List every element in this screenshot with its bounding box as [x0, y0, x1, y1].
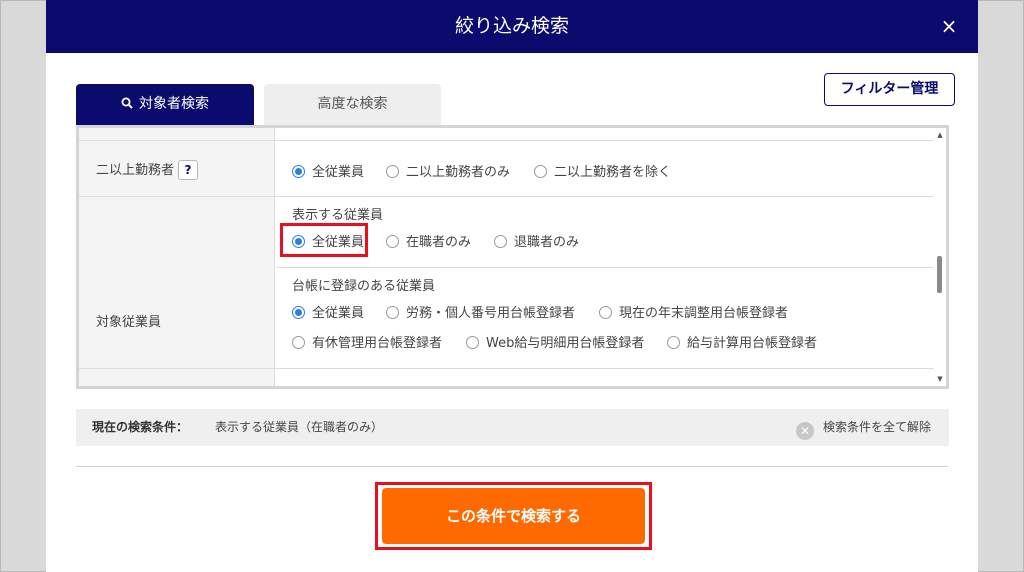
clear-all-conditions-button[interactable]: ✕ 検索条件を全て解除 — [796, 409, 931, 446]
radio-multi-only[interactable]: 二以上勤務者のみ — [386, 161, 510, 180]
clear-all-label: 検索条件を全て解除 — [823, 420, 932, 434]
highlight-box — [280, 223, 368, 257]
tab-target-search[interactable]: 対象者検索 — [76, 84, 254, 125]
radio-label: 有休管理用台帳登録者 — [312, 336, 443, 351]
filter-search-dialog: 絞り込み検索 × 対象者検索 高度な検索 フィルター管理 二以上勤務者? 全従業… — [46, 0, 978, 572]
radio-ledger-payroll[interactable]: 給与計算用台帳登録者 — [667, 332, 817, 351]
radio-ledger-all[interactable]: 全従業員 — [292, 302, 364, 321]
panel-scrollbar[interactable]: ▲ ▼ — [934, 128, 946, 386]
scroll-down-icon[interactable]: ▼ — [936, 375, 944, 383]
radio-display-retired[interactable]: 退職者のみ — [494, 231, 579, 250]
row-target-employees: 対象従業員 表示する従業員 全従業員 在職者のみ 退職者のみ 台帳に登録のある従… — [79, 197, 934, 369]
radio-label: 全従業員 — [312, 306, 365, 321]
search-icon — [121, 84, 133, 125]
row-multi-employer: 二以上勤務者? 全従業員 二以上勤務者のみ 二以上勤務者を除く — [79, 141, 934, 197]
ledger-employees-title: 台帳に登録のある従業員 — [292, 279, 436, 294]
radio-ledger-web-payslip[interactable]: Web給与明細用台帳登録者 — [466, 332, 644, 351]
row-label-cell: 対象従業員 — [79, 197, 275, 368]
dialog-title: 絞り込み検索 — [454, 15, 569, 37]
radio-label: 二以上勤務者を除く — [554, 165, 672, 180]
help-icon[interactable]: ? — [178, 160, 199, 180]
row-label-cell — [79, 369, 275, 386]
radio-ledger-paid-leave[interactable]: 有休管理用台帳登録者 — [292, 332, 442, 351]
search-with-conditions-button[interactable]: この条件で検索する — [382, 488, 645, 544]
radio-label: 退職者のみ — [514, 235, 580, 250]
radio-multi-exclude[interactable]: 二以上勤務者を除く — [534, 161, 671, 180]
radio-circle — [292, 336, 305, 349]
radio-label: Web給与明細用台帳登録者 — [486, 336, 645, 351]
radio-circle — [599, 306, 612, 319]
conditions-value: 表示する従業員（在職者のみ） — [215, 420, 384, 434]
radio-circle — [292, 165, 305, 178]
radio-label: 現在の年末調整用台帳登録者 — [619, 306, 789, 321]
next-row-edge — [79, 369, 934, 386]
target-employees-label: 対象従業員 — [96, 315, 162, 330]
radio-circle — [494, 235, 507, 248]
radio-label: 労務・個人番号用台帳登録者 — [406, 306, 576, 321]
radio-ledger-year-end[interactable]: 現在の年末調整用台帳登録者 — [599, 302, 788, 321]
radio-ledger-labor[interactable]: 労務・個人番号用台帳登録者 — [386, 302, 575, 321]
radio-circle — [466, 336, 479, 349]
tab-advanced-search[interactable]: 高度な検索 — [264, 84, 441, 125]
sub-divider — [276, 267, 934, 268]
radio-circle — [386, 235, 399, 248]
footer-divider — [76, 466, 948, 467]
display-employees-title: 表示する従業員 — [292, 208, 384, 223]
radio-circle — [534, 165, 547, 178]
multi-employer-label: 二以上勤務者 — [96, 163, 175, 178]
radio-label: 全従業員 — [312, 165, 365, 180]
radio-circle — [292, 306, 305, 319]
row-label-cell: 二以上勤務者? — [79, 141, 275, 196]
scroll-up-icon[interactable]: ▲ — [936, 131, 944, 139]
radio-display-active[interactable]: 在職者のみ — [386, 231, 471, 250]
clear-icon: ✕ — [796, 422, 814, 440]
dialog-header: 絞り込み検索 × — [46, 0, 978, 53]
conditions-label: 現在の検索条件： — [92, 420, 189, 434]
radio-circle — [667, 336, 680, 349]
radio-circle — [386, 165, 399, 178]
filter-manage-button[interactable]: フィルター管理 — [824, 73, 955, 106]
tab-label: 対象者検索 — [139, 96, 209, 112]
radio-circle — [386, 306, 399, 319]
filter-panel: 二以上勤務者? 全従業員 二以上勤務者のみ 二以上勤務者を除く 対象従業員 表示… — [76, 125, 949, 389]
tab-label: 高度な検索 — [317, 96, 388, 112]
close-icon[interactable]: × — [936, 13, 962, 39]
radio-multi-all[interactable]: 全従業員 — [292, 161, 364, 180]
radio-label: 給与計算用台帳登録者 — [687, 336, 818, 351]
current-conditions-bar: 現在の検索条件： 表示する従業員（在職者のみ） ✕ 検索条件を全て解除 — [76, 409, 949, 446]
radio-label: 二以上勤務者のみ — [406, 165, 511, 180]
scroll-thumb[interactable] — [937, 256, 942, 293]
row-label-cell — [79, 128, 275, 140]
radio-label: 在職者のみ — [406, 235, 472, 250]
previous-row-edge — [79, 128, 934, 141]
